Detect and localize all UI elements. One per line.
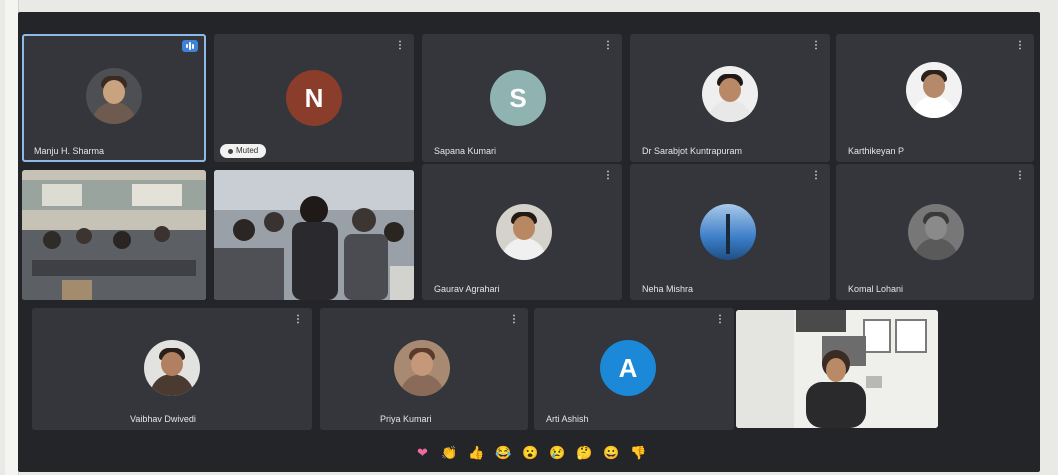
participant-name: Priya Kumari (380, 414, 432, 424)
participant-tile[interactable]: ⋮ Gaurav Agrahari (422, 164, 622, 300)
avatar (700, 204, 756, 260)
speaking-indicator-icon (182, 40, 198, 52)
body-shape (914, 238, 958, 260)
participant-tile[interactable]: ⋮ Komal Lohani (836, 164, 1034, 300)
avatar (144, 340, 200, 396)
tower-icon (726, 214, 730, 254)
participant-name: Vaibhav Dwivedi (130, 414, 196, 424)
smile-reaction[interactable]: 😀 (603, 444, 620, 461)
avatar (906, 62, 962, 118)
reaction-bar: ❤ 👏 👍 😂 😮 😢 🤔 😀 👎 (414, 444, 647, 461)
avatar: N (286, 70, 342, 126)
face-shape (923, 74, 945, 98)
body-shape (150, 374, 194, 396)
body-shape (400, 374, 444, 396)
participant-tile[interactable]: ⋮ A Arti Ashish (534, 308, 734, 430)
more-options-icon[interactable]: ⋮ (395, 40, 405, 51)
muted-badge: Muted (220, 144, 267, 158)
face-shape (513, 216, 535, 240)
thumbs-up-reaction[interactable]: 👍 (468, 444, 485, 461)
body-shape (708, 100, 752, 122)
participant-tile[interactable]: ⋮ N Muted (214, 34, 414, 162)
audience-video-icon (214, 170, 414, 300)
participant-name: Komal Lohani (848, 284, 904, 294)
more-options-icon[interactable]: ⋮ (293, 314, 303, 325)
more-options-icon[interactable]: ⋮ (603, 170, 613, 181)
body-shape (502, 238, 546, 260)
thinking-reaction[interactable]: 🤔 (576, 444, 593, 461)
participant-tile[interactable]: Manju H. Sharma (22, 34, 206, 162)
participant-name: Manju H. Sharma (34, 146, 105, 156)
more-options-icon[interactable]: ⋮ (1015, 40, 1025, 51)
office-video-icon (736, 310, 938, 428)
thumbs-down-reaction[interactable]: 👎 (630, 444, 647, 461)
face-shape (719, 78, 741, 102)
avatar: A (600, 340, 656, 396)
avatar (394, 340, 450, 396)
avatar (908, 204, 964, 260)
more-options-icon[interactable]: ⋮ (715, 314, 725, 325)
more-options-icon[interactable]: ⋮ (509, 314, 519, 325)
more-options-icon[interactable]: ⋮ (603, 40, 613, 51)
participant-tile[interactable]: ⋮ S Sapana Kumari (422, 34, 622, 162)
more-options-icon[interactable]: ⋮ (1015, 170, 1025, 181)
video-feed-classroom[interactable] (22, 170, 206, 300)
left-window-edge (5, 0, 19, 475)
clap-reaction[interactable]: 👏 (441, 444, 458, 461)
face-shape (411, 352, 433, 376)
avatar: S (490, 70, 546, 126)
face-shape (925, 216, 947, 240)
participant-name: Dr Sarabjot Kuntrapuram (642, 146, 743, 156)
laugh-reaction[interactable]: 😂 (495, 444, 512, 461)
surprised-reaction[interactable]: 😮 (522, 444, 539, 461)
avatar (86, 68, 142, 124)
video-feed-office[interactable] (736, 310, 938, 428)
face-shape (161, 352, 183, 376)
meeting-grid: Manju H. Sharma ⋮ N Muted ⋮ S Sapana Kum… (18, 12, 1040, 472)
sad-reaction[interactable]: 😢 (549, 444, 566, 461)
heart-reaction[interactable]: ❤ (414, 444, 431, 461)
body-shape (92, 102, 136, 124)
participant-tile[interactable]: ⋮ Neha Mishra (630, 164, 830, 300)
participant-name: Gaurav Agrahari (434, 284, 500, 294)
avatar (702, 66, 758, 122)
face-shape (103, 80, 125, 104)
participant-tile[interactable]: ⋮ Vaibhav Dwivedi (32, 308, 312, 430)
mic-off-icon (228, 148, 233, 154)
participant-name: Karthikeyan P (848, 146, 905, 156)
more-options-icon[interactable]: ⋮ (811, 40, 821, 51)
participant-name: Arti Ashish (546, 414, 589, 424)
participant-name: Neha Mishra (642, 284, 694, 294)
participant-tile[interactable]: ⋮ Priya Kumari (320, 308, 528, 430)
classroom-video-icon (22, 170, 206, 300)
avatar (496, 204, 552, 260)
participant-tile[interactable]: ⋮ Dr Sarabjot Kuntrapuram (630, 34, 830, 162)
video-feed-audience[interactable] (214, 170, 414, 300)
participant-name: Sapana Kumari (434, 146, 497, 156)
participant-tile[interactable]: ⋮ Karthikeyan P (836, 34, 1034, 162)
body-shape (912, 96, 956, 118)
more-options-icon[interactable]: ⋮ (811, 170, 821, 181)
